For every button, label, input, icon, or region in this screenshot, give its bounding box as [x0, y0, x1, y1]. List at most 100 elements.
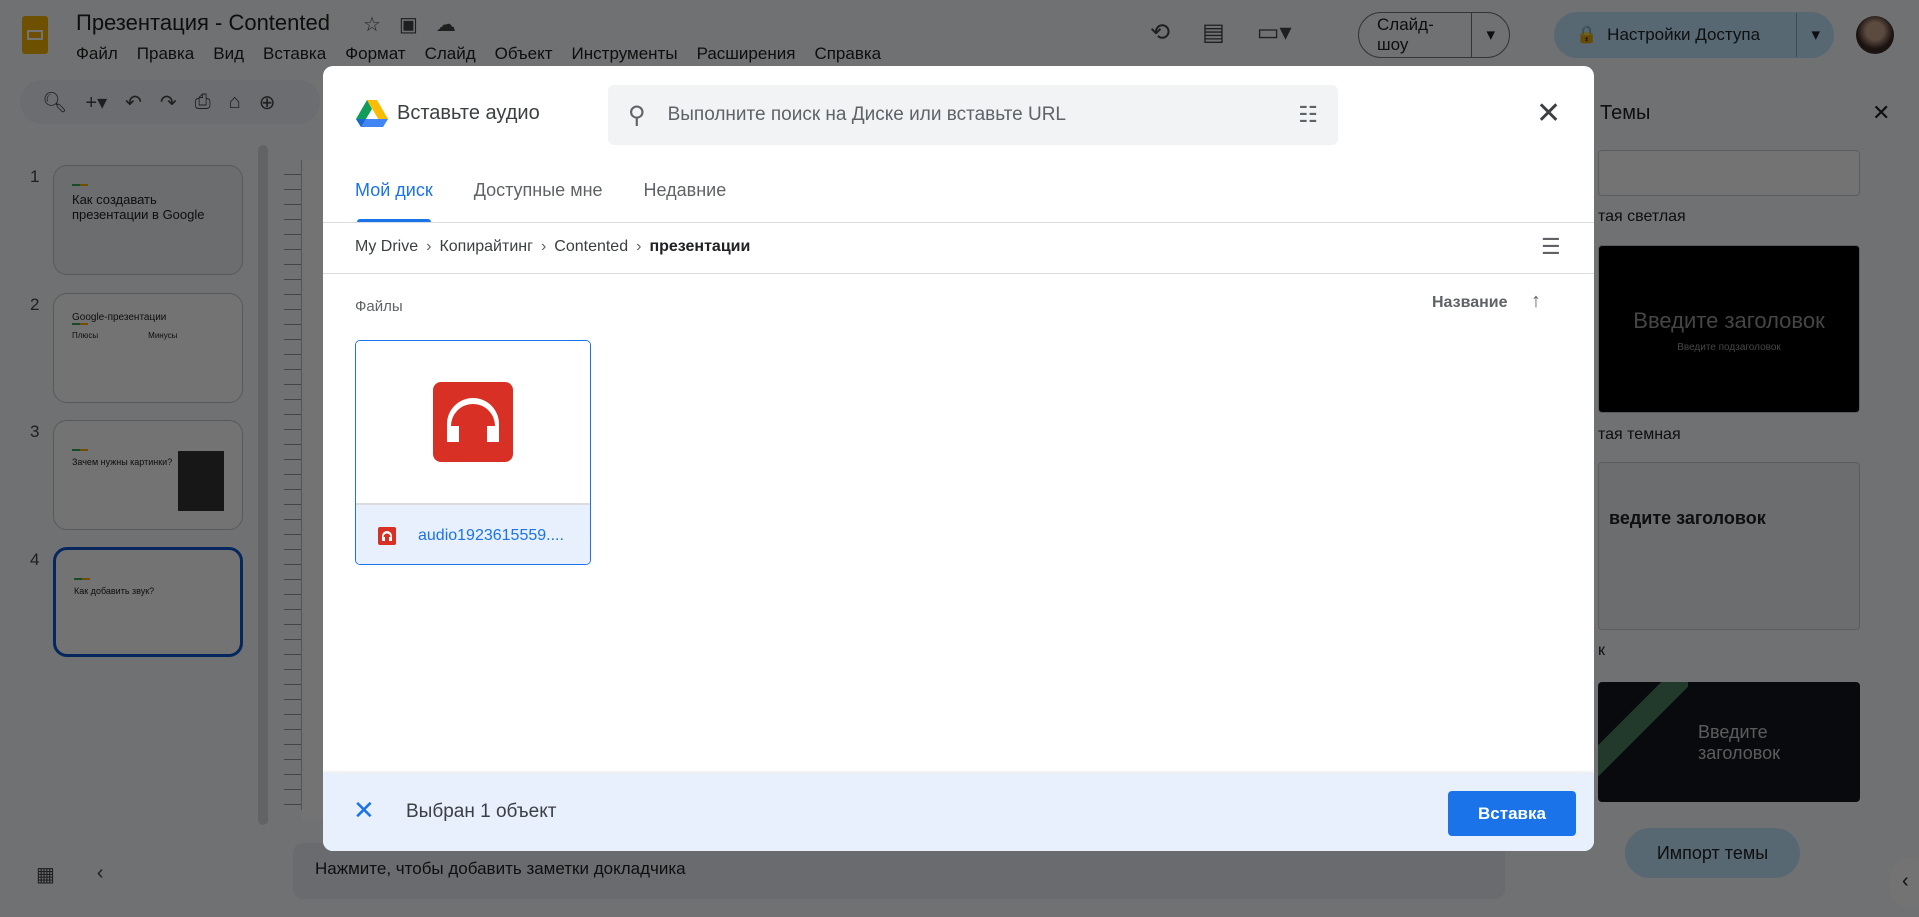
history-icon[interactable]: ⟲ [1150, 18, 1170, 47]
theme-card[interactable]: ведите заголовок [1598, 462, 1860, 630]
menu-slide[interactable]: Слайд [425, 44, 476, 64]
slide-thumb-3[interactable]: Зачем нужны картинки? [53, 420, 243, 530]
new-slide-icon[interactable]: +▾ [85, 90, 107, 115]
menu-file[interactable]: Файл [76, 44, 118, 64]
grid-view-icon[interactable]: ▦ [36, 862, 55, 887]
star-icon[interactable]: ☆ [363, 12, 381, 37]
theme-card-art [1598, 682, 1688, 802]
slide-thumb-2[interactable]: Google-презентации Плюсы Минусы [53, 293, 243, 403]
menu-insert[interactable]: Вставка [263, 44, 326, 64]
comments-icon[interactable]: ▤ [1202, 18, 1225, 47]
slide-title: Как создавать презентации в Google [72, 192, 205, 222]
avatar[interactable] [1856, 16, 1894, 54]
audio-file-icon [378, 526, 396, 545]
menu-extensions[interactable]: Расширения [697, 44, 796, 64]
sort-by-name[interactable]: Название [1432, 294, 1508, 312]
move-folder-icon[interactable]: ▣ [399, 12, 418, 37]
theme-card[interactable]: Введите заголовок Введите подзаголовок [1598, 245, 1860, 413]
slide-number: 3 [30, 422, 40, 441]
clear-selection-icon[interactable]: ✕ [353, 795, 375, 826]
breadcrumb-item[interactable]: My Drive [355, 238, 418, 256]
import-theme-button[interactable]: Импорт темы [1625, 828, 1800, 878]
menu-help[interactable]: Справка [814, 44, 881, 64]
lock-icon: 🔒 [1576, 25, 1598, 44]
selection-count: Выбран 1 объект [406, 801, 557, 822]
menu-object[interactable]: Объект [495, 44, 553, 64]
tab-recent[interactable]: Недавние [644, 180, 727, 223]
tab-shared-with-me[interactable]: Доступные мне [474, 180, 603, 223]
slides-panel: 1 Как создавать презентации в Google 2 G… [0, 140, 262, 840]
list-view-icon[interactable]: ☰ [1541, 234, 1561, 260]
slide-number: 1 [30, 167, 40, 186]
breadcrumb-current: презентации [649, 238, 751, 255]
share-label: Настройки Доступа [1607, 25, 1761, 44]
theme-label: к [1598, 642, 1605, 659]
file-thumbnail [356, 341, 590, 505]
menu-bar: Файл Правка Вид Вставка Формат Слайд Объект Инс… [76, 44, 881, 64]
theme-label: тая темная [1598, 426, 1681, 443]
search-icon: ⚲ [628, 101, 646, 129]
slide-number: 2 [30, 295, 40, 314]
file-name: audio1923615559.... [418, 526, 564, 544]
drive-search-input[interactable]: ⚲ Выполните поиск на Диске или вставьте U… [608, 85, 1338, 145]
divider [323, 273, 1594, 274]
speaker-notes[interactable]: Нажмите, чтобы добавить заметки докладчи… [293, 843, 1505, 899]
tab-my-drive[interactable]: Мой диск [355, 180, 433, 223]
slide-col: Плюсы [72, 331, 99, 340]
slide-image [178, 451, 224, 511]
theme-card-title: Введите заголовок [1698, 722, 1781, 763]
undo-icon[interactable]: ↶ [125, 90, 142, 115]
chevron-right-icon: › [540, 238, 547, 255]
theme-card-subtitle: Введите подзаголовок [1677, 342, 1781, 353]
slide-col: Минусы [148, 331, 178, 340]
selection-footer: ✕ Выбран 1 объект Вставка [323, 773, 1594, 851]
theme-card-title: ведите заголовок [1609, 508, 1766, 528]
breadcrumb-item[interactable]: Contented [554, 238, 628, 256]
menu-tools[interactable]: Инструменты [572, 44, 678, 64]
meet-icon[interactable]: ▭▾ [1257, 18, 1292, 47]
google-drive-logo [356, 100, 388, 127]
menu-view[interactable]: Вид [213, 44, 244, 64]
slides-scrollbar[interactable] [258, 145, 268, 825]
slideshow-button[interactable]: Слайд-шоу ▾ [1358, 12, 1510, 58]
close-dialog-icon[interactable]: ✕ [1536, 96, 1561, 131]
slide-title: Как добавить звук? [74, 586, 155, 596]
search-options-icon[interactable]: ☷ [1298, 102, 1318, 128]
insert-button[interactable]: Вставка [1448, 791, 1576, 836]
theme-label: тая светлая [1598, 208, 1686, 225]
document-title[interactable]: Презентация - Contented [76, 10, 330, 36]
insert-audio-dialog: Вставьте аудио ⚲ Выполните поиск на Диске… [323, 66, 1594, 851]
theme-card[interactable] [1598, 150, 1860, 196]
slide-thumb-1[interactable]: Как создавать презентации в Google [53, 165, 243, 275]
dialog-title: Вставьте аудио [397, 102, 540, 124]
theme-card-title: Введите заголовок [1633, 308, 1825, 333]
slide-number: 4 [30, 550, 40, 569]
slideshow-label: Слайд-шоу [1377, 15, 1434, 54]
expand-side-panel-icon[interactable]: ‹ [1890, 858, 1919, 908]
slides-logo[interactable] [22, 16, 48, 54]
chevron-right-icon: › [636, 238, 642, 255]
print-icon[interactable]: ⎙ [195, 91, 211, 114]
breadcrumb-item[interactable]: Копирайтинг [439, 238, 533, 256]
arrow-up-icon[interactable]: ↑ [1531, 290, 1541, 313]
share-dropdown[interactable]: ▾ [1796, 13, 1834, 57]
slide-title: Google-презентации [72, 312, 167, 323]
search-menus-icon[interactable]: 🔍︎ [42, 90, 67, 115]
divider [323, 222, 1594, 223]
close-icon[interactable]: ✕ [1872, 100, 1890, 126]
files-section-label: Файлы [355, 298, 403, 315]
theme-card[interactable]: Введите заголовок [1688, 682, 1860, 802]
search-placeholder: Выполните поиск на Диске или вставьте UR… [667, 104, 1067, 125]
vertical-ruler [284, 160, 302, 810]
menu-edit[interactable]: Правка [137, 44, 194, 64]
zoom-icon[interactable]: ⊕ [259, 90, 276, 115]
menu-format[interactable]: Формат [345, 44, 405, 64]
file-card[interactable]: audio1923615559.... [355, 340, 591, 565]
slide-thumb-4[interactable]: Как добавить звук? [53, 547, 243, 657]
slideshow-dropdown[interactable]: ▾ [1471, 13, 1509, 57]
redo-icon[interactable]: ↷ [160, 90, 177, 115]
collapse-panel-icon[interactable]: ‹ [97, 862, 104, 887]
drive-tabs: Мой диск Доступные мне Недавние [355, 180, 726, 223]
share-button[interactable]: 🔒 Настройки Доступа ▾ [1554, 12, 1834, 58]
paint-format-icon[interactable]: ⌂ [229, 91, 241, 114]
